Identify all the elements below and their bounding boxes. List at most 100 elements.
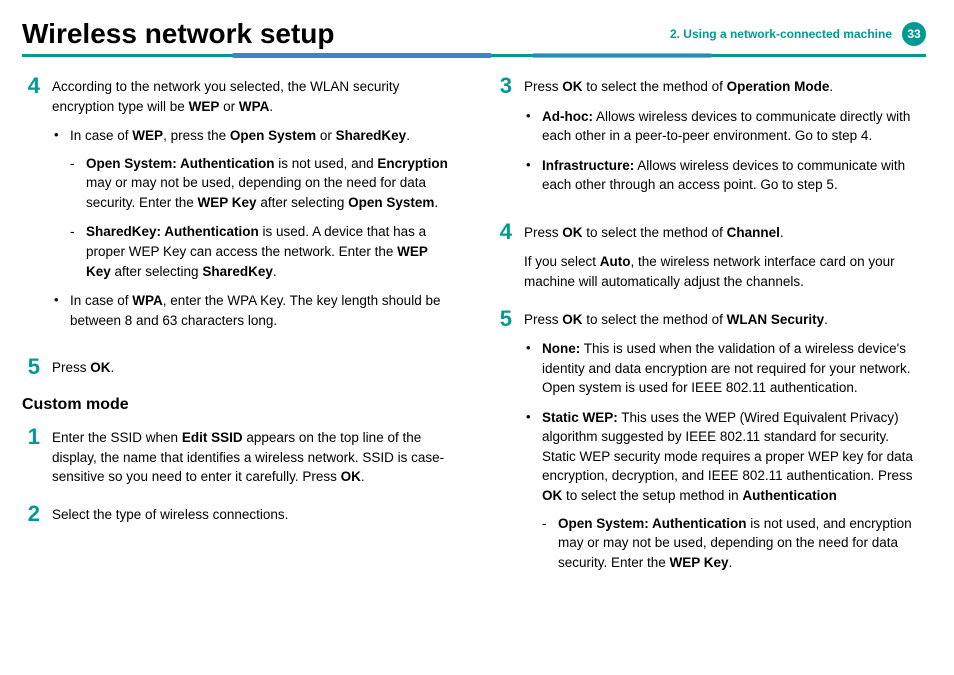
page-title: Wireless network setup bbox=[22, 18, 335, 50]
bold-text: SharedKey bbox=[336, 128, 407, 143]
text: to select the method of bbox=[583, 312, 727, 327]
text: If you select bbox=[524, 254, 600, 269]
step-number: 5 bbox=[494, 308, 512, 583]
step-body: Enter the SSID when Edit SSID appears on… bbox=[52, 428, 454, 487]
text: to select the method of bbox=[583, 225, 727, 240]
step-text: Press OK to select the method of Operati… bbox=[524, 77, 926, 97]
bold-text: Open System: Authentication bbox=[558, 516, 747, 531]
list-item: Ad-hoc: Allows wireless devices to commu… bbox=[524, 107, 926, 146]
dash-list: Open System: Authentication is not used,… bbox=[542, 514, 926, 573]
text: Press bbox=[524, 312, 562, 327]
step-body: Select the type of wireless connections. bbox=[52, 505, 454, 525]
bold-text: Operation Mode bbox=[727, 79, 830, 94]
chapter-label: 2. Using a network-connected machine bbox=[670, 27, 892, 41]
right-column: 3 Press OK to select the method of Opera… bbox=[494, 77, 926, 600]
text: to select the setup method in bbox=[562, 488, 742, 503]
bold-text: Authentication bbox=[742, 488, 837, 503]
dash-list: Open System: Authentication is not used,… bbox=[70, 154, 454, 281]
page-header: Wireless network setup 2. Using a networ… bbox=[22, 18, 926, 50]
header-right: 2. Using a network-connected machine 33 bbox=[670, 22, 926, 46]
text: is not used, and bbox=[275, 156, 378, 171]
bold-text: OK bbox=[341, 469, 361, 484]
text: Press bbox=[524, 79, 562, 94]
list-item: In case of WEP, press the Open System or… bbox=[52, 126, 454, 281]
text: . bbox=[434, 195, 438, 210]
bold-text: SharedKey bbox=[202, 264, 273, 279]
step-body: Press OK to select the method of Operati… bbox=[524, 77, 926, 205]
step-text: Select the type of wireless connections. bbox=[52, 505, 454, 525]
step-body: Press OK to select the method of WLAN Se… bbox=[524, 310, 926, 583]
bold-text: Open System bbox=[230, 128, 316, 143]
custom-mode-heading: Custom mode bbox=[22, 396, 454, 414]
list-item: Open System: Authentication is not used,… bbox=[542, 514, 926, 573]
bullet-list: Ad-hoc: Allows wireless devices to commu… bbox=[524, 107, 926, 195]
bold-text: WPA bbox=[239, 99, 270, 114]
step-text: Press OK to select the method of WLAN Se… bbox=[524, 310, 926, 330]
step-text: If you select Auto, the wireless network… bbox=[524, 252, 926, 291]
bold-text: Auto bbox=[600, 254, 631, 269]
text: Press bbox=[52, 360, 90, 375]
accent-bar bbox=[232, 53, 492, 58]
bold-text: Ad-hoc: bbox=[542, 109, 593, 124]
bold-text: Open System bbox=[348, 195, 434, 210]
bold-text: Channel bbox=[727, 225, 780, 240]
step-number: 1 bbox=[22, 426, 40, 487]
step-4-right: 4 Press OK to select the method of Chann… bbox=[494, 223, 926, 292]
text: . bbox=[361, 469, 365, 484]
text: . bbox=[824, 312, 828, 327]
step-text: According to the network you selected, t… bbox=[52, 77, 454, 116]
list-item: Infrastructure: Allows wireless devices … bbox=[524, 156, 926, 195]
bold-text: Infrastructure: bbox=[542, 158, 634, 173]
step-number: 2 bbox=[22, 503, 40, 525]
bold-text: WEP bbox=[189, 99, 220, 114]
bold-text: Static WEP: bbox=[542, 410, 618, 425]
text: . bbox=[273, 264, 277, 279]
step-body: Press OK to select the method of Channel… bbox=[524, 223, 926, 292]
list-item: None: This is used when the validation o… bbox=[524, 339, 926, 398]
left-column: 4 According to the network you selected,… bbox=[22, 77, 454, 600]
text: . bbox=[729, 555, 733, 570]
text: , press the bbox=[163, 128, 230, 143]
bold-text: OK bbox=[90, 360, 110, 375]
step-text: Press OK. bbox=[52, 358, 454, 378]
bold-text: Edit SSID bbox=[182, 430, 243, 445]
bold-text: OK bbox=[542, 488, 562, 503]
content-columns: 4 According to the network you selected,… bbox=[22, 77, 926, 600]
text: . bbox=[406, 128, 410, 143]
step-3-right: 3 Press OK to select the method of Opera… bbox=[494, 77, 926, 205]
text: to select the method of bbox=[583, 79, 727, 94]
list-item: Open System: Authentication is not used,… bbox=[70, 154, 454, 213]
bold-text: Encryption bbox=[377, 156, 448, 171]
bold-text: OK bbox=[562, 312, 582, 327]
text: . bbox=[111, 360, 115, 375]
bold-text: SharedKey: Authentication bbox=[86, 224, 259, 239]
header-rule bbox=[22, 54, 926, 57]
text: Press bbox=[524, 225, 562, 240]
step-5-left: 5 Press OK. bbox=[22, 358, 454, 378]
step-number: 3 bbox=[494, 75, 512, 205]
step-number: 4 bbox=[494, 221, 512, 292]
text: after selecting bbox=[111, 264, 203, 279]
bullet-list: In case of WEP, press the Open System or… bbox=[52, 126, 454, 330]
bold-text: None: bbox=[542, 341, 580, 356]
bold-text: Open System: Authentication bbox=[86, 156, 275, 171]
text: . bbox=[780, 225, 784, 240]
bold-text: WEP Key bbox=[198, 195, 257, 210]
step-number: 4 bbox=[22, 75, 40, 340]
text: after selecting bbox=[257, 195, 349, 210]
bold-text: OK bbox=[562, 225, 582, 240]
list-item: SharedKey: Authentication is used. A dev… bbox=[70, 222, 454, 281]
bold-text: OK bbox=[562, 79, 582, 94]
accent-bar bbox=[532, 53, 712, 58]
custom-step-2: 2 Select the type of wireless connection… bbox=[22, 505, 454, 525]
step-text: Press OK to select the method of Channel… bbox=[524, 223, 926, 243]
text: In case of bbox=[70, 293, 132, 308]
step-5-right: 5 Press OK to select the method of WLAN … bbox=[494, 310, 926, 583]
bullet-list: None: This is used when the validation o… bbox=[524, 339, 926, 572]
text: or bbox=[316, 128, 336, 143]
list-item: In case of WPA, enter the WPA Key. The k… bbox=[52, 291, 454, 330]
text: or bbox=[219, 99, 239, 114]
step-4-left: 4 According to the network you selected,… bbox=[22, 77, 454, 340]
bold-text: WPA bbox=[132, 293, 163, 308]
text: . bbox=[829, 79, 833, 94]
